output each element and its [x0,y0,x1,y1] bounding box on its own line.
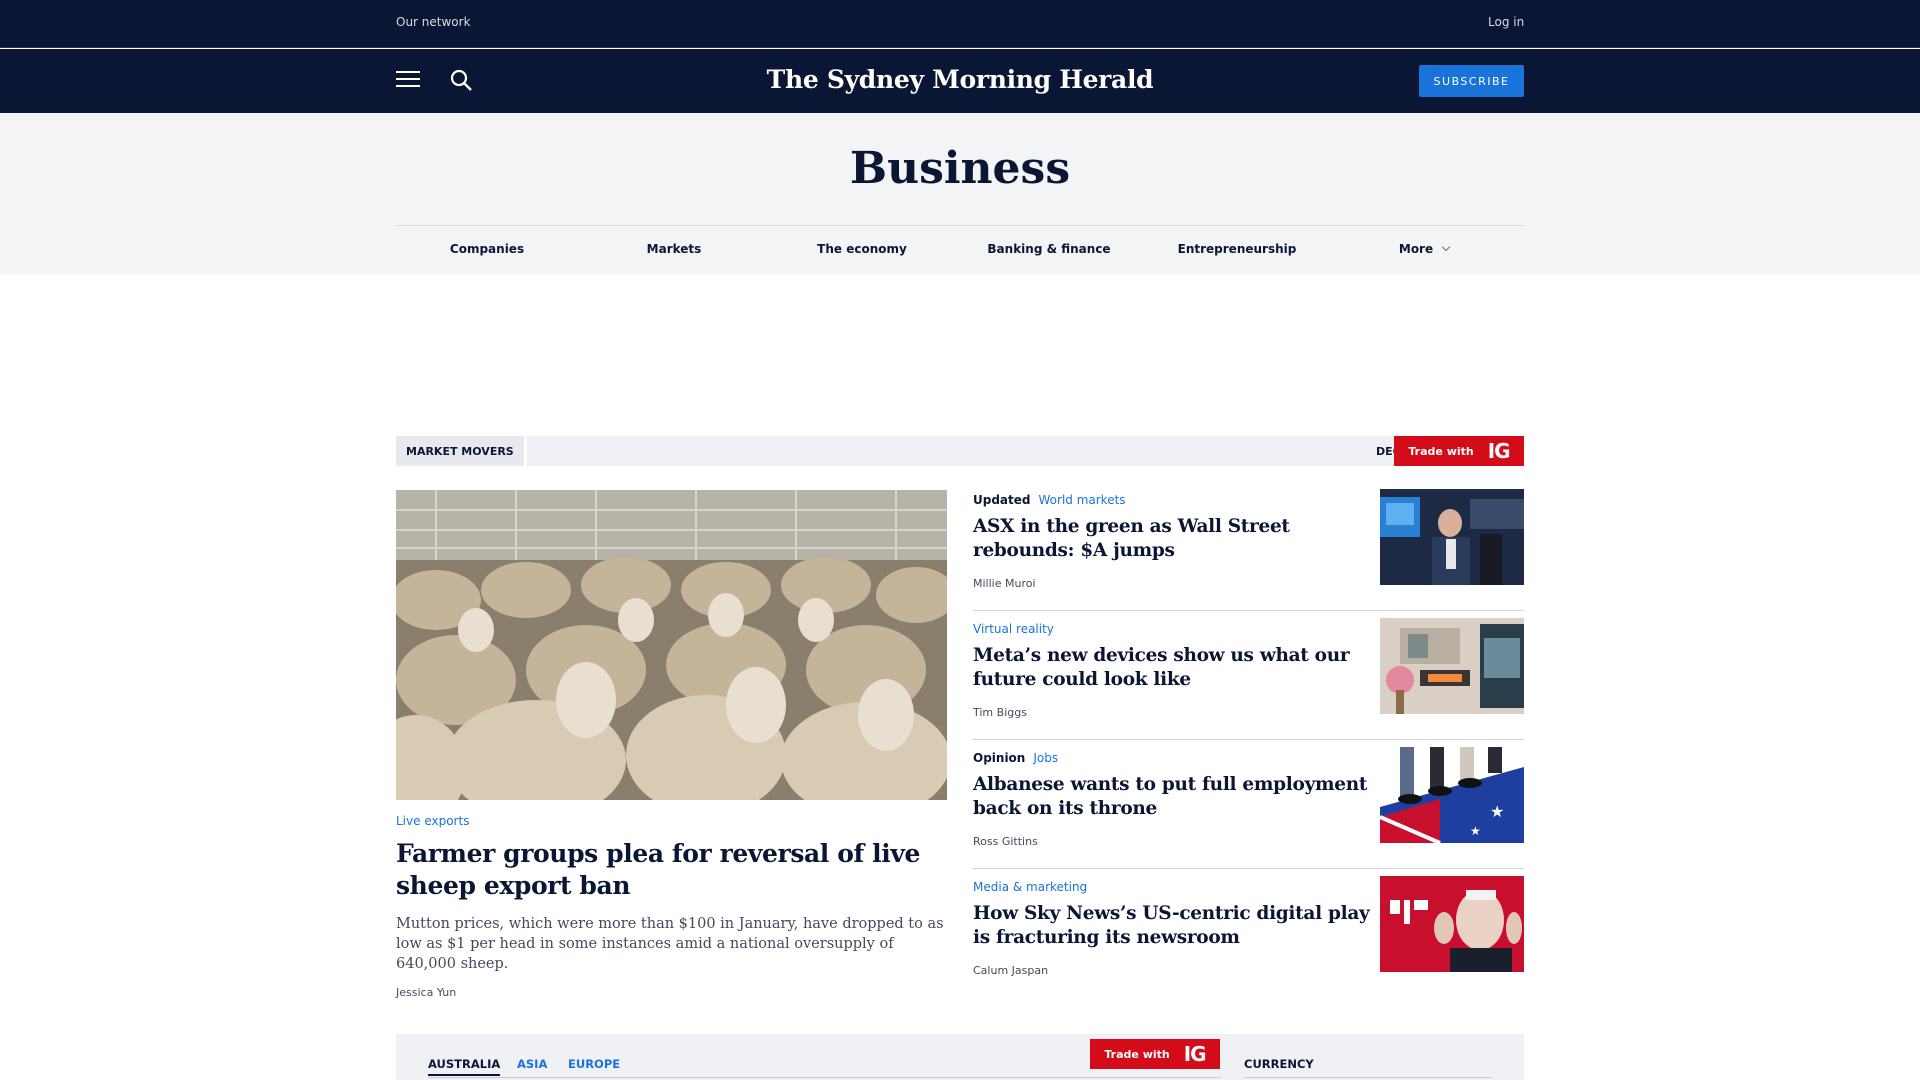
story-kicker[interactable]: Virtual reality [973,622,1054,636]
ig-logo: IG [1487,439,1511,463]
story-thumbnail[interactable] [1380,489,1524,585]
story-byline[interactable]: Tim Biggs [973,706,1027,719]
page-title: Business [849,143,1071,194]
divider [973,868,1524,869]
subnav-item-entrepreneurship[interactable]: Entrepreneurship [1152,242,1322,256]
chevron-down-icon [1441,242,1451,252]
story-meta: Updated World markets [973,493,1126,507]
currency-heading: CURRENCY [1244,1057,1314,1071]
divider [1244,1077,1492,1078]
lead-story-byline[interactable]: Jessica Yun [396,986,456,999]
more-label: More [1398,242,1434,256]
story-card[interactable]: Virtual reality Meta’s new devices show … [973,618,1524,751]
market-movers-label: MARKET MOVERS [396,436,527,466]
subnav-item-companies[interactable]: Companies [402,242,572,256]
story-kicker[interactable]: Media & marketing [973,880,1087,894]
section-header: Business Companies Markets The economy B… [0,113,1920,274]
story-card[interactable]: Opinion Jobs Albanese wants to put full e… [973,747,1524,880]
subnav-item-more[interactable]: More [1339,242,1509,256]
subnav-item-markets[interactable]: Markets [589,242,759,256]
tab-europe[interactable]: EUROPE [568,1057,620,1071]
story-thumbnail[interactable] [1380,876,1524,972]
ig-trade-button[interactable]: Trade with IG [1090,1039,1220,1069]
story-headline[interactable]: Meta’s new devices show us what our futu… [973,644,1373,692]
svg-text:★: ★ [1470,824,1481,838]
our-network-link[interactable]: Our network [396,15,471,29]
network-bar: Our network Log in [0,0,1920,48]
story-tag: Updated [973,493,1031,507]
story-thumbnail[interactable] [1380,618,1524,714]
story-kicker[interactable]: World markets [1039,493,1126,507]
login-link[interactable]: Log in [1488,15,1524,29]
subnav-item-banking-finance[interactable]: Banking & finance [964,242,1134,256]
lead-story-summary: Mutton prices, which were more than $100… [396,916,944,972]
site-logo[interactable]: The Sydney Morning Herald [760,65,1160,94]
story-meta: Opinion Jobs [973,751,1058,765]
subnav-item-economy[interactable]: The economy [777,242,947,256]
ig-trade-label: Trade with [1408,444,1474,458]
market-movers-bar: MARKET MOVERS DEC Trade with IG [396,436,1524,466]
story-byline[interactable]: Millie Muroi [973,577,1036,590]
divider [428,1077,1221,1078]
search-icon[interactable] [448,67,474,93]
masthead: The Sydney Morning Herald SUBSCRIBE [0,49,1920,113]
divider [973,739,1524,740]
story-byline[interactable]: Calum Jaspan [973,964,1048,977]
story-headline[interactable]: Albanese wants to put full employment ba… [973,773,1373,821]
story-headline[interactable]: How Sky News’s US-centric digital play i… [973,902,1373,950]
story-meta: Virtual reality [973,622,1054,636]
story-card[interactable]: Media & marketing How Sky News’s US-cent… [973,876,1524,1009]
ig-logo: IG [1183,1042,1207,1066]
subscribe-button[interactable]: SUBSCRIBE [1419,65,1524,97]
story-kicker[interactable]: Jobs [1033,751,1058,765]
story-tag: Opinion [973,751,1026,765]
story-byline[interactable]: Ross Gittins [973,835,1038,848]
ig-trade-button[interactable]: Trade with IG [1394,436,1524,466]
story-headline[interactable]: ASX in the green as Wall Street rebounds… [973,515,1373,563]
svg-text:★: ★ [1490,802,1504,821]
hamburger-menu-icon[interactable] [396,71,420,89]
story-meta: Media & marketing [973,880,1087,894]
lead-story-kicker[interactable]: Live exports [396,814,469,828]
tab-australia[interactable]: AUSTRALIA [428,1057,501,1076]
section-subnav: Companies Markets The economy Banking & … [396,225,1524,273]
markets-panel: AUSTRALIA ASIA EUROPE Trade with IG CURR… [396,1034,1524,1080]
lead-story-image[interactable] [396,490,947,800]
divider [973,610,1524,611]
story-card[interactable]: Updated World markets ASX in the green as… [973,489,1524,622]
story-thumbnail[interactable]: ★ ★ [1380,747,1524,843]
tab-asia[interactable]: ASIA [517,1057,547,1071]
lead-story-headline[interactable]: Farmer groups plea for reversal of live … [396,838,947,902]
ig-trade-label: Trade with [1104,1047,1170,1061]
